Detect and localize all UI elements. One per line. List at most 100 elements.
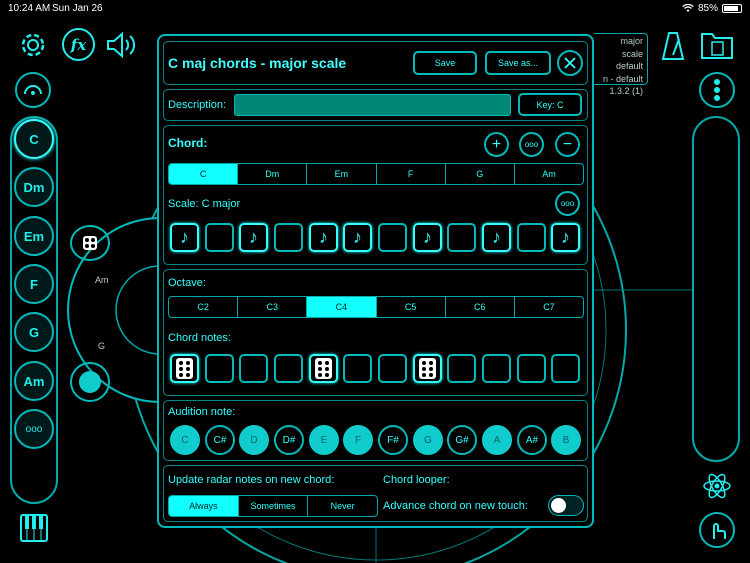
chord-option[interactable]: Am — [515, 164, 583, 184]
folder-icon[interactable] — [699, 28, 735, 62]
chord-option[interactable]: F — [377, 164, 446, 184]
save-button[interactable]: Save — [413, 51, 477, 75]
audition-note[interactable]: C — [170, 425, 200, 455]
chord-note[interactable] — [274, 354, 303, 383]
dice-shuffle-icon[interactable] — [70, 225, 110, 261]
update-option[interactable]: Sometimes — [239, 496, 309, 516]
metronome-icon[interactable] — [656, 28, 690, 64]
octave-section: Octave: C2 C3 C4 C5 C6 C7 Chord notes: — [163, 269, 588, 396]
octave-option[interactable]: C7 — [515, 297, 583, 317]
chord-option[interactable]: G — [446, 164, 515, 184]
chord-option[interactable]: C — [169, 164, 239, 184]
scale-step[interactable] — [517, 223, 546, 252]
arc-icon[interactable] — [15, 72, 51, 108]
touch-hand-icon[interactable] — [699, 512, 735, 548]
scale-step[interactable] — [205, 223, 234, 252]
chord-option[interactable]: Dm — [238, 164, 308, 184]
rotate-knob-icon[interactable] — [70, 362, 110, 402]
chord-option[interactable]: Em — [307, 164, 377, 184]
chord-note[interactable] — [482, 354, 511, 383]
audition-note[interactable]: G — [413, 425, 443, 455]
audition-note[interactable]: F# — [378, 425, 408, 455]
chord-button[interactable]: Em — [14, 216, 54, 256]
audition-note[interactable]: F — [343, 425, 373, 455]
fx-icon[interactable]: fx — [62, 28, 95, 61]
audition-section: Audition note: C C# D D# E F F# G G# A A# B — [163, 400, 588, 461]
chord-note[interactable] — [205, 354, 234, 383]
more-chords-button[interactable]: ooo — [14, 409, 54, 449]
scale-step[interactable] — [274, 223, 303, 252]
octave-option[interactable]: C2 — [169, 297, 239, 317]
menu-dots-icon[interactable] — [699, 72, 735, 108]
chord-note[interactable] — [170, 354, 199, 383]
chord-button[interactable]: F — [14, 264, 54, 304]
chord-button[interactable]: Am — [14, 361, 54, 401]
chord-note[interactable] — [551, 354, 580, 383]
audition-note[interactable]: C# — [205, 425, 235, 455]
advance-label: Advance chord on new touch: — [383, 500, 528, 512]
update-option[interactable]: Always — [169, 496, 239, 516]
looper-label: Chord looper: — [383, 474, 450, 486]
chord-label: Chord: — [168, 136, 208, 150]
scale-step[interactable] — [447, 223, 476, 252]
chord-note[interactable] — [309, 354, 338, 383]
audition-note[interactable]: A — [482, 425, 512, 455]
octave-option[interactable]: C6 — [446, 297, 515, 317]
scale-step[interactable]: ♪ — [309, 223, 338, 252]
add-chord-button[interactable]: + — [484, 132, 509, 157]
scale-step[interactable]: ♪ — [482, 223, 511, 252]
update-section: Update radar notes on new chord: Always … — [163, 465, 588, 522]
audition-note[interactable]: A# — [517, 425, 547, 455]
gear-icon[interactable] — [16, 28, 50, 62]
scale-step[interactable]: ♪ — [343, 223, 372, 252]
octave-option[interactable]: C5 — [377, 297, 446, 317]
dialog-header: C maj chords - major scale Save Save as.… — [163, 41, 588, 85]
description-input[interactable] — [234, 94, 511, 116]
audition-note[interactable]: E — [309, 425, 339, 455]
radar-label-g: G — [98, 341, 106, 351]
chord-note[interactable] — [517, 354, 546, 383]
info-line: n - default — [602, 73, 643, 84]
dice-icon — [315, 358, 332, 379]
chord-button[interactable]: C — [14, 119, 54, 159]
right-slider-strip[interactable] — [692, 116, 740, 462]
scale-step[interactable]: ♪ — [413, 223, 442, 252]
audition-note[interactable]: D# — [274, 425, 304, 455]
info-line: default — [615, 61, 643, 71]
scale-step[interactable]: ♪ — [170, 223, 199, 252]
chord-note[interactable] — [413, 354, 442, 383]
chord-note[interactable] — [447, 354, 476, 383]
advance-toggle[interactable] — [548, 495, 584, 516]
piano-icon[interactable] — [18, 512, 50, 544]
octave-label: Octave: — [168, 277, 206, 289]
scale-label: Scale: C major — [168, 198, 241, 210]
scale-options-button[interactable]: ooo — [555, 191, 580, 216]
scale-step[interactable]: ♪ — [239, 223, 268, 252]
chord-note[interactable] — [239, 354, 268, 383]
save-as-button[interactable]: Save as... — [485, 51, 551, 75]
remove-chord-button[interactable]: − — [555, 132, 580, 157]
octave-option[interactable]: C3 — [238, 297, 308, 317]
scale-step[interactable] — [378, 223, 407, 252]
atom-icon[interactable] — [699, 468, 735, 504]
speaker-icon[interactable] — [103, 28, 139, 62]
audition-note[interactable]: D — [239, 425, 269, 455]
chord-button[interactable]: G — [14, 312, 54, 352]
scale-step[interactable]: ♪ — [551, 223, 580, 252]
key-button[interactable]: Key: C — [518, 93, 582, 116]
update-label: Update radar notes on new chord: — [168, 474, 335, 486]
dice-icon — [176, 358, 193, 379]
chord-selector: C Dm Em F G Am — [168, 163, 584, 185]
close-icon[interactable] — [557, 50, 583, 76]
octave-option[interactable]: C4 — [307, 297, 377, 317]
audition-note[interactable]: G# — [447, 425, 477, 455]
chord-options-button[interactable]: ooo — [519, 132, 544, 157]
update-option[interactable]: Never — [308, 496, 377, 516]
octave-selector: C2 C3 C4 C5 C6 C7 — [168, 296, 584, 318]
chord-note[interactable] — [343, 354, 372, 383]
update-selector: Always Sometimes Never — [168, 495, 378, 517]
audition-note[interactable]: B — [551, 425, 581, 455]
chord-button[interactable]: Dm — [14, 167, 54, 207]
chord-note[interactable] — [378, 354, 407, 383]
scale-steps: ♪ ♪ ♪ ♪ ♪ ♪ ♪ — [168, 223, 584, 255]
